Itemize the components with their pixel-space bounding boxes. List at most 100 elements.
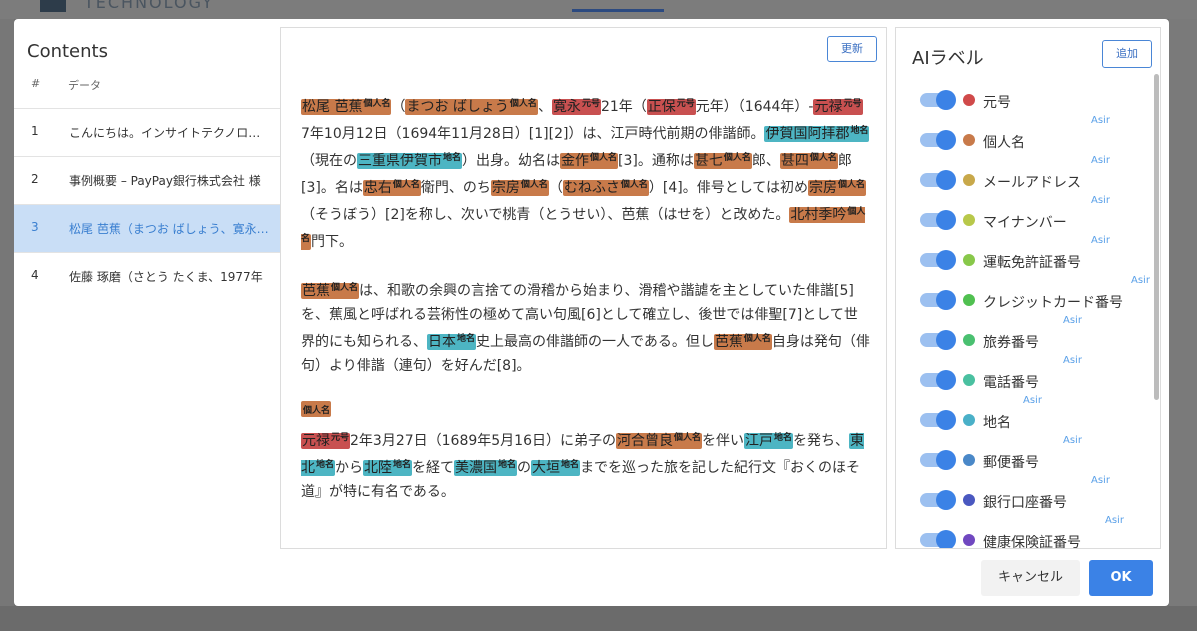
- label-item: メールアドレス Asir: [896, 155, 1154, 208]
- toggle-knob: [936, 290, 956, 310]
- entity-person[interactable]: 河合曾良個人名: [616, 433, 703, 449]
- label-color-dot: [963, 294, 975, 306]
- label-toggle[interactable]: [920, 370, 956, 390]
- update-button[interactable]: 更新: [827, 36, 877, 62]
- toggle-knob: [936, 410, 956, 430]
- toggle-knob: [936, 90, 956, 110]
- ai-label-title: AIラベル: [912, 48, 984, 69]
- entity-place[interactable]: 伊賀国阿拝郡地名: [764, 126, 870, 142]
- entity-person-empty[interactable]: 個人名: [301, 401, 332, 417]
- content-row[interactable]: 1 こんにちは。インサイトテクノロジー: [14, 108, 280, 156]
- toggle-knob: [936, 370, 956, 390]
- content-row[interactable]: 2 事例概要 – PayPay銀行株式会社 様: [14, 156, 280, 204]
- entity-person[interactable]: 忠右個人名: [362, 180, 421, 196]
- label-name: 個人名: [983, 135, 1025, 151]
- label-name: 銀行口座番号: [983, 495, 1067, 511]
- background-right: [1169, 19, 1197, 631]
- entity-place[interactable]: 三重県伊賀市地名: [357, 153, 463, 169]
- entity-era[interactable]: 元禄元号: [301, 433, 351, 449]
- asir-badge: Asir: [1105, 515, 1124, 526]
- row-number: 2: [31, 172, 39, 186]
- label-name: 旅券番号: [983, 335, 1039, 351]
- label-item: 健康保険証番号 Asir: [896, 515, 1154, 549]
- asir-badge: Asir: [1063, 315, 1082, 326]
- label-toggle[interactable]: [920, 410, 956, 430]
- column-header-number: #: [31, 77, 41, 90]
- label-item: 旅券番号 Asir: [896, 315, 1154, 368]
- toggle-knob: [936, 330, 956, 350]
- content-row-selected[interactable]: 3 松尾 芭蕉（まつお ばしょう、寛永21年: [14, 204, 280, 252]
- row-number: 4: [31, 268, 39, 282]
- label-name: 健康保険証番号: [983, 535, 1081, 549]
- entity-person[interactable]: まつお ばしょう個人名: [405, 99, 538, 115]
- label-toggle[interactable]: [920, 130, 956, 150]
- asir-badge: Asir: [1091, 235, 1110, 246]
- asir-badge: Asir: [1063, 355, 1082, 366]
- entity-place[interactable]: 北陸地名: [363, 460, 413, 476]
- label-toggle[interactable]: [920, 250, 956, 270]
- background-bottom: [0, 606, 1197, 631]
- toggle-knob: [936, 210, 956, 230]
- label-color-dot: [963, 134, 975, 146]
- contents-panel: Contents # データ 1 こんにちは。インサイトテクノロジー 2 事例概…: [14, 19, 280, 559]
- entity-place[interactable]: 江戸地名: [744, 433, 794, 449]
- entity-person[interactable]: 宗房個人名: [808, 180, 867, 196]
- entity-person[interactable]: 芭蕉個人名: [301, 283, 360, 299]
- label-color-dot: [963, 374, 975, 386]
- document-panel: 更新 松尾 芭蕉個人名（まつお ばしょう個人名、寛永元号21年（正保元号元年）（…: [280, 27, 887, 549]
- logo-icon: [40, 0, 66, 12]
- cancel-button[interactable]: キャンセル: [981, 560, 1080, 596]
- entity-place[interactable]: 日本地名: [427, 334, 477, 350]
- row-text: こんにちは。インサイトテクノロジー: [69, 126, 269, 140]
- row-text: 佐藤 琢磨（さとう たくま、1977年: [69, 270, 263, 284]
- orphan-tag-line: 個人名: [301, 400, 871, 420]
- entity-person[interactable]: むねふさ個人名: [562, 180, 649, 196]
- toggle-knob: [936, 490, 956, 510]
- label-color-dot: [963, 214, 975, 226]
- background-left: [0, 19, 14, 631]
- label-name: マイナンバー: [983, 215, 1067, 231]
- entity-person[interactable]: 甚四個人名: [779, 153, 838, 169]
- active-tab-indicator: [572, 9, 664, 12]
- entity-era[interactable]: 正保元号: [646, 99, 696, 115]
- label-toggle[interactable]: [920, 90, 956, 110]
- toggle-knob: [936, 170, 956, 190]
- toggle-knob: [936, 250, 956, 270]
- asir-badge: Asir: [1091, 115, 1110, 126]
- entity-person[interactable]: 甚七個人名: [693, 153, 752, 169]
- entity-era[interactable]: 寛永元号: [551, 99, 601, 115]
- label-scrollbar[interactable]: [1154, 74, 1159, 400]
- label-list: 元号 個人名 Asir メールアドレス Asir マイナンバー Asir 運転免許証番号 Asi…: [896, 88, 1154, 549]
- label-toggle[interactable]: [920, 290, 956, 310]
- entity-place[interactable]: 大垣地名: [531, 460, 581, 476]
- label-color-dot: [963, 254, 975, 266]
- entity-person[interactable]: 松尾 芭蕉個人名: [301, 99, 392, 115]
- label-toggle[interactable]: [920, 210, 956, 230]
- label-edit-modal: Contents # データ 1 こんにちは。インサイトテクノロジー 2 事例概…: [14, 19, 1169, 606]
- label-toggle[interactable]: [920, 490, 956, 510]
- entity-person[interactable]: 宗房個人名: [490, 180, 549, 196]
- ok-button[interactable]: OK: [1089, 560, 1153, 596]
- label-name: 電話番号: [983, 375, 1039, 391]
- label-toggle[interactable]: [920, 170, 956, 190]
- label-name: 運転免許証番号: [983, 255, 1081, 271]
- contents-list: 1 こんにちは。インサイトテクノロジー 2 事例概要 – PayPay銀行株式会…: [14, 108, 280, 300]
- entity-era[interactable]: 元禄元号: [813, 99, 863, 115]
- label-toggle[interactable]: [920, 450, 956, 470]
- entity-person[interactable]: 金作個人名: [560, 153, 619, 169]
- content-row[interactable]: 4 佐藤 琢磨（さとう たくま、1977年: [14, 252, 280, 300]
- row-number: 3: [31, 220, 39, 234]
- contents-title: Contents: [27, 41, 108, 62]
- ai-label-panel: AIラベル 追加 元号 個人名 Asir メールアドレス Asir マイナンバー Asir 運…: [895, 27, 1161, 549]
- label-toggle[interactable]: [920, 530, 956, 548]
- add-label-button[interactable]: 追加: [1102, 40, 1152, 68]
- entity-person[interactable]: 芭蕉個人名: [713, 334, 772, 350]
- label-color-dot: [963, 454, 975, 466]
- asir-badge: Asir: [1091, 195, 1110, 206]
- label-toggle[interactable]: [920, 330, 956, 350]
- document-text: 松尾 芭蕉個人名（まつお ばしょう個人名、寛永元号21年（正保元号元年）（164…: [301, 92, 871, 526]
- entity-place[interactable]: 美濃国地名: [454, 460, 518, 476]
- asir-badge: Asir: [1091, 155, 1110, 166]
- asir-badge: Asir: [1023, 395, 1042, 406]
- toggle-knob: [936, 450, 956, 470]
